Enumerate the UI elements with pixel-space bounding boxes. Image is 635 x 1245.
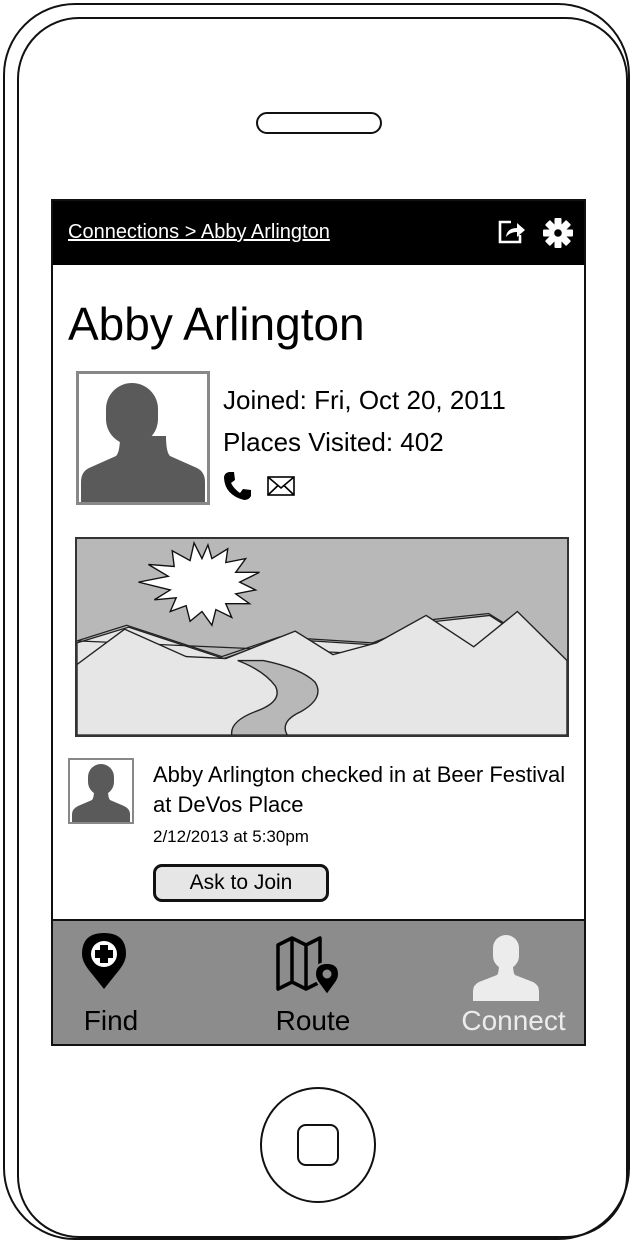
avatar	[76, 371, 210, 505]
mail-icon[interactable]	[267, 476, 295, 496]
person-silhouette-icon	[72, 764, 130, 822]
phone-icon[interactable]	[223, 471, 253, 501]
tab-route[interactable]: Route	[248, 921, 378, 1044]
map-pin-plus-icon	[82, 933, 126, 989]
activity-message: Abby Arlington checked in at Beer Festiv…	[153, 762, 566, 817]
tab-find[interactable]: Find	[53, 921, 169, 1044]
app-screen: Connections > Abby Arlington Abby Arling…	[51, 199, 586, 1046]
ask-to-join-button[interactable]: Ask to Join	[153, 864, 329, 902]
tab-connect[interactable]: Connect	[443, 921, 584, 1044]
activity-avatar	[68, 758, 134, 824]
profile-name: Abby Arlington	[68, 298, 365, 350]
tab-label-route: Route	[275, 1005, 351, 1036]
share-icon[interactable]	[497, 219, 527, 245]
home-button[interactable]	[260, 1087, 376, 1203]
phone-speaker	[256, 112, 382, 134]
top-bar: Connections > Abby Arlington	[53, 201, 584, 265]
person-silhouette-icon	[81, 383, 205, 502]
landscape-image	[75, 537, 569, 737]
person-icon	[473, 935, 539, 1001]
home-square-icon	[297, 1124, 339, 1166]
route-map-icon	[276, 936, 341, 997]
places-visited: Places Visited: 402	[223, 427, 444, 457]
tab-label-find: Find	[83, 1005, 139, 1036]
tab-bar: Find Route Connect	[53, 919, 584, 1044]
gear-icon[interactable]	[542, 217, 574, 249]
activity-timestamp: 2/12/2013 at 5:30pm	[153, 827, 309, 846]
joined-date: Joined: Fri, Oct 20, 2011	[223, 385, 506, 415]
tab-label-connect: Connect	[461, 1005, 566, 1036]
breadcrumb[interactable]: Connections > Abby Arlington	[68, 221, 330, 244]
